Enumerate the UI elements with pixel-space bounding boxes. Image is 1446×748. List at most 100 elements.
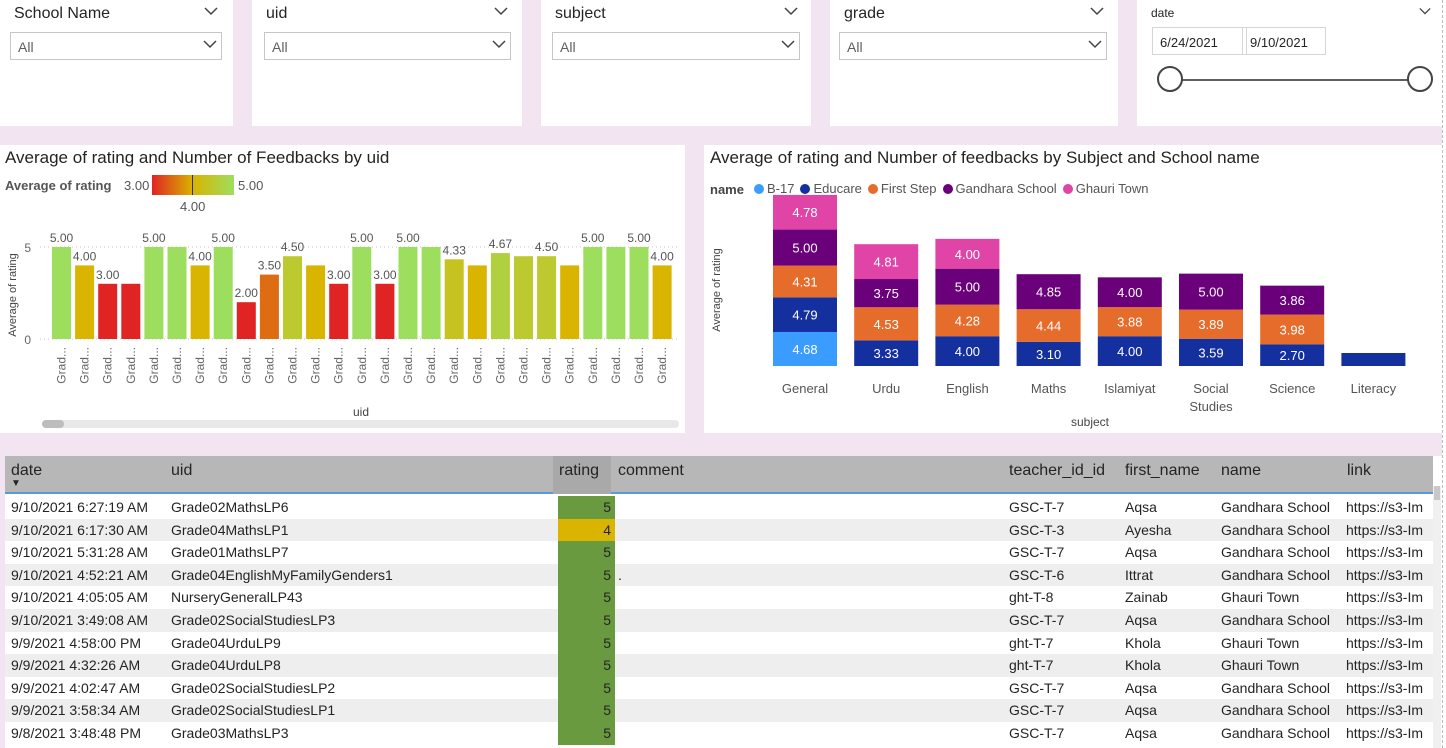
- cell-link[interactable]: https://s3-Im: [1346, 702, 1423, 718]
- chevron-down-icon[interactable]: [494, 4, 508, 21]
- horizontal-scrollbar[interactable]: [42, 420, 679, 428]
- bar[interactable]: [629, 247, 649, 339]
- subject-dropdown[interactable]: All: [552, 32, 800, 60]
- bar-segment[interactable]: [1341, 353, 1406, 366]
- bar[interactable]: [352, 247, 372, 339]
- data-label: 4.00: [73, 249, 97, 263]
- slicer-label: uid: [266, 5, 288, 22]
- bar[interactable]: [444, 259, 464, 339]
- school-name-dropdown[interactable]: All: [10, 32, 222, 60]
- col-header-teacher-id[interactable]: teacher_id_id: [1003, 456, 1118, 494]
- table-row[interactable]: 9/9/2021 4:02:47 AM Grade02SocialStudiesL…: [5, 676, 1433, 700]
- data-label: 2.00: [235, 286, 259, 300]
- table-row[interactable]: 9/10/2021 4:52:21 AM Grade04EnglishMyFami…: [5, 563, 1433, 587]
- col-header-comment[interactable]: comment: [612, 456, 1002, 494]
- chevron-down-icon[interactable]: [784, 4, 798, 21]
- scrollbar-thumb[interactable]: [42, 420, 64, 428]
- bar[interactable]: [236, 302, 256, 339]
- bar[interactable]: [583, 247, 603, 339]
- bar[interactable]: [421, 247, 441, 339]
- data-label: 4.00: [650, 249, 674, 263]
- data-label: 3.00: [327, 268, 351, 282]
- bar[interactable]: [167, 247, 187, 339]
- bar[interactable]: [329, 283, 349, 339]
- data-label: 4.79: [792, 308, 817, 323]
- col-header-name[interactable]: name: [1215, 456, 1340, 494]
- cell-link[interactable]: https://s3-Im: [1346, 567, 1423, 583]
- x-tick-label: Grad...: [124, 347, 138, 384]
- table-row[interactable]: 9/10/2021 5:31:28 AM Grade01MathsLP7 5 GSC-…: [5, 541, 1433, 564]
- table-row[interactable]: 9/9/2021 3:58:34 AM Grade02SocialStudiesL…: [5, 699, 1433, 722]
- bar[interactable]: [652, 265, 672, 339]
- cell-link[interactable]: https://s3-Im: [1346, 725, 1423, 741]
- bar[interactable]: [606, 247, 626, 339]
- bar[interactable]: [121, 283, 141, 339]
- bar[interactable]: [514, 256, 533, 339]
- cell-name: Gandhara School: [1221, 702, 1330, 719]
- bar[interactable]: [259, 274, 279, 339]
- col-header-rating[interactable]: rating: [553, 456, 611, 494]
- cell-teacher-id-id: GSC-T-3: [1009, 521, 1065, 538]
- cell-link[interactable]: https://s3-Im: [1346, 522, 1423, 538]
- bar[interactable]: [144, 247, 164, 339]
- x-tick-label: Literacy: [1351, 381, 1397, 396]
- bar[interactable]: [75, 265, 95, 339]
- vertical-scrollbar[interactable]: [1433, 486, 1441, 748]
- cell-uid: Grade04UrduLP9: [171, 634, 281, 651]
- cell-link[interactable]: https://s3-Im: [1346, 544, 1423, 560]
- cell-link[interactable]: https://s3-Im: [1346, 499, 1423, 515]
- grade-dropdown[interactable]: All: [839, 32, 1107, 60]
- bar[interactable]: [52, 247, 71, 339]
- bar[interactable]: [190, 265, 210, 339]
- bar[interactable]: [375, 283, 395, 339]
- table-row[interactable]: 9/10/2021 4:05:05 AM NurseryGeneralLP43 5 g…: [5, 586, 1433, 609]
- scrollbar-thumb[interactable]: [1434, 486, 1440, 500]
- cell-teacher-id-id: GSC-T-7: [1009, 679, 1065, 696]
- cell-link[interactable]: https://s3-Im: [1346, 612, 1423, 628]
- rating-cell: 5: [558, 654, 615, 677]
- cell-link[interactable]: https://s3-Im: [1346, 635, 1423, 651]
- uid-dropdown[interactable]: All: [264, 32, 511, 60]
- date-start-input[interactable]: 6/24/2021: [1152, 27, 1247, 55]
- cell-link[interactable]: https://s3-Im: [1346, 589, 1423, 605]
- date-end-input[interactable]: 9/10/2021: [1242, 27, 1326, 55]
- cell-first-name: Ayesha: [1125, 521, 1172, 538]
- chevron-down-icon[interactable]: [1419, 4, 1431, 22]
- table-row[interactable]: 9/8/2021 3:48:48 PM Grade03MathsLP3 5 GSC-T…: [5, 722, 1433, 745]
- chevron-down-icon[interactable]: [1090, 4, 1104, 21]
- bar[interactable]: [213, 247, 233, 339]
- data-label: 5.00: [50, 231, 74, 245]
- bar[interactable]: [98, 283, 118, 339]
- date-end-handle[interactable]: [1407, 66, 1433, 92]
- cell-link[interactable]: https://s3-Im: [1346, 680, 1423, 696]
- bar[interactable]: [537, 256, 557, 339]
- bar[interactable]: [283, 256, 302, 339]
- table-row[interactable]: 9/9/2021 4:32:26 AM Grade04UrduLP8 5 ght-T-…: [5, 654, 1433, 677]
- rating-cell: 5: [558, 496, 615, 519]
- chart2-plot: Average of rating subject 4.68 4.79 4.31 5.…: [711, 194, 1406, 429]
- col-header-first-name[interactable]: first_name: [1119, 456, 1214, 494]
- col-header-link[interactable]: link: [1341, 456, 1433, 494]
- cell-name: Gandhara School: [1221, 725, 1330, 741]
- table-row[interactable]: 9/10/2021 6:27:19 AM Grade02MathsLP6 5 GSC-…: [5, 496, 1433, 519]
- date-range-track[interactable]: [1170, 79, 1420, 81]
- cell-first-name: Aqsa: [1125, 725, 1157, 741]
- col-header-date[interactable]: date ▼: [5, 456, 165, 494]
- x-axis-label: subject: [1071, 415, 1110, 429]
- col-header-uid[interactable]: uid: [165, 456, 553, 494]
- chevron-down-icon[interactable]: [204, 4, 218, 21]
- table-row[interactable]: 9/9/2021 4:58:00 PM Grade04UrduLP9 5 ght-T-…: [5, 631, 1433, 655]
- date-start-handle[interactable]: [1157, 66, 1183, 92]
- bar[interactable]: [306, 265, 326, 339]
- table-row[interactable]: 9/10/2021 6:17:30 AM Grade04MathsLP1 4 GSC-…: [5, 518, 1433, 542]
- bar[interactable]: [490, 253, 510, 339]
- x-tick-label: Islamiyat: [1104, 381, 1156, 396]
- cell-link[interactable]: https://s3-Im: [1346, 657, 1423, 673]
- bar[interactable]: [467, 265, 487, 339]
- bar[interactable]: [560, 265, 580, 339]
- data-label: 3.50: [258, 259, 282, 273]
- x-tick-label: Grad...: [517, 347, 531, 384]
- data-label: 4.00: [955, 247, 980, 262]
- bar[interactable]: [398, 247, 418, 339]
- table-row[interactable]: 9/10/2021 3:49:08 AM Grade02SocialStudies…: [5, 609, 1433, 632]
